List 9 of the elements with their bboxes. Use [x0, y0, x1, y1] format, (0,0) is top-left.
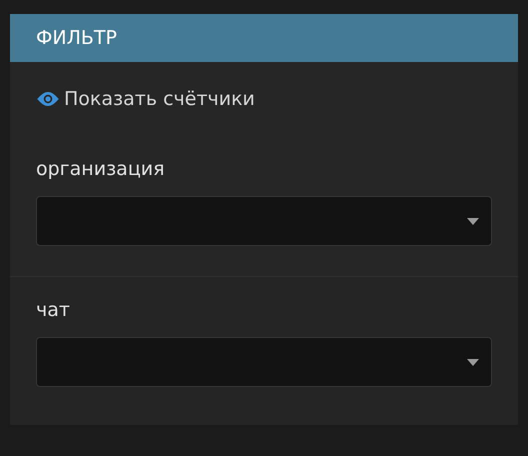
- show-counters-link[interactable]: Показать счётчики: [36, 88, 255, 110]
- panel-title: ФИЛЬТР: [36, 27, 117, 49]
- caret-icon: [467, 218, 479, 224]
- field-label: чат: [36, 299, 71, 321]
- field-label: организация: [36, 158, 166, 180]
- dropdown-field[interactable]: [36, 196, 492, 246]
- caret-icon: [467, 358, 479, 366]
- dropdown-field[interactable]: [36, 337, 492, 387]
- eye-icon: [36, 91, 60, 107]
